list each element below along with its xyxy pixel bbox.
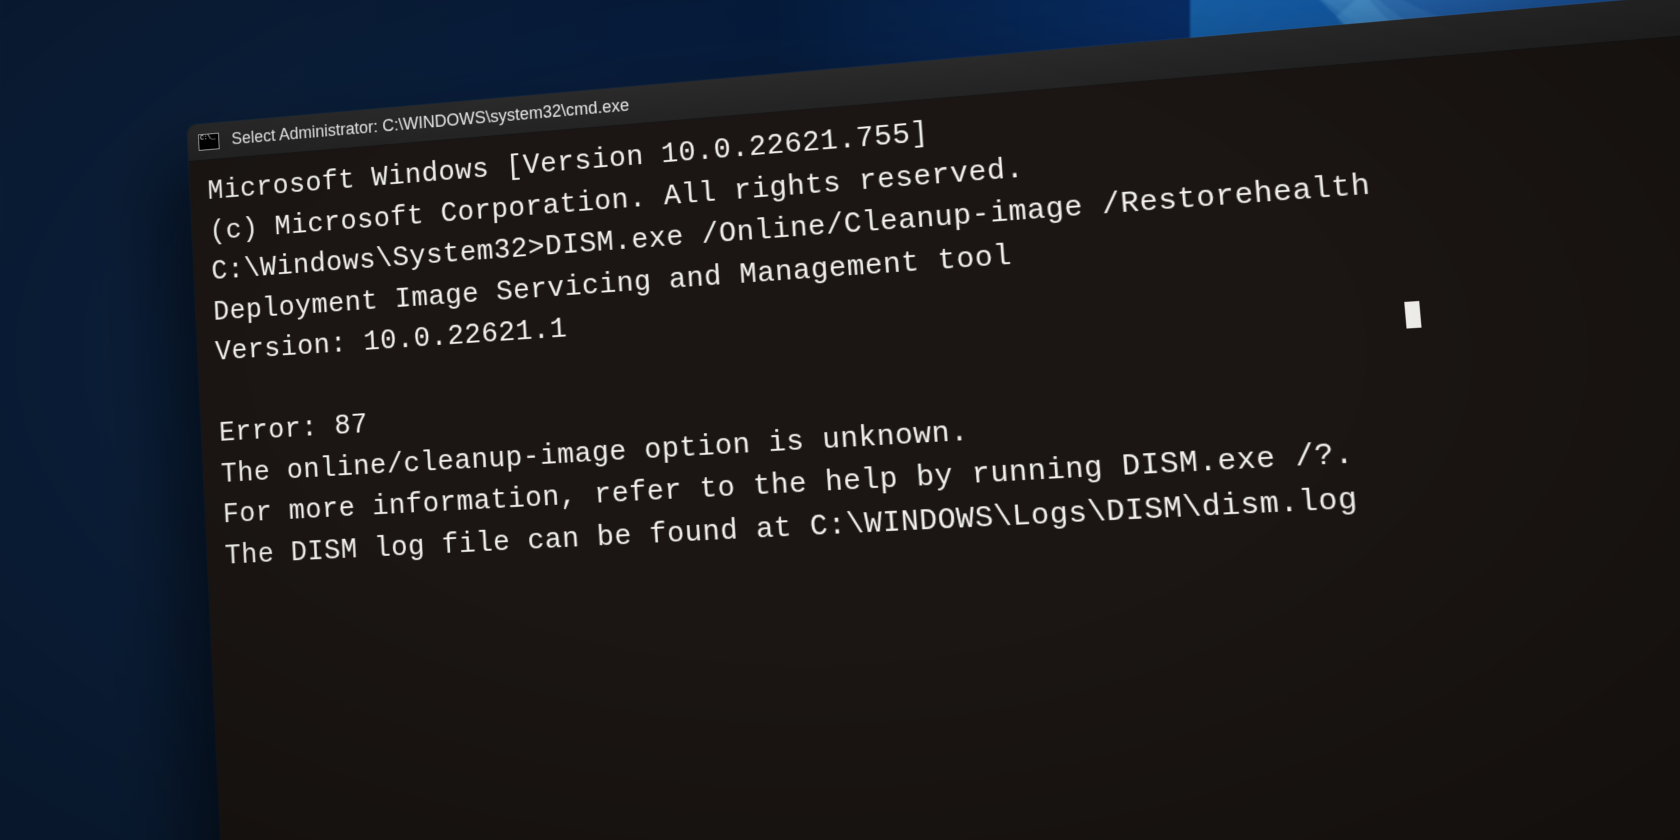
cmd-window: Select Administrator: C:\WINDOWS\system3… — [187, 0, 1680, 840]
cmd-icon — [198, 132, 220, 150]
terminal-cursor — [1404, 300, 1421, 328]
